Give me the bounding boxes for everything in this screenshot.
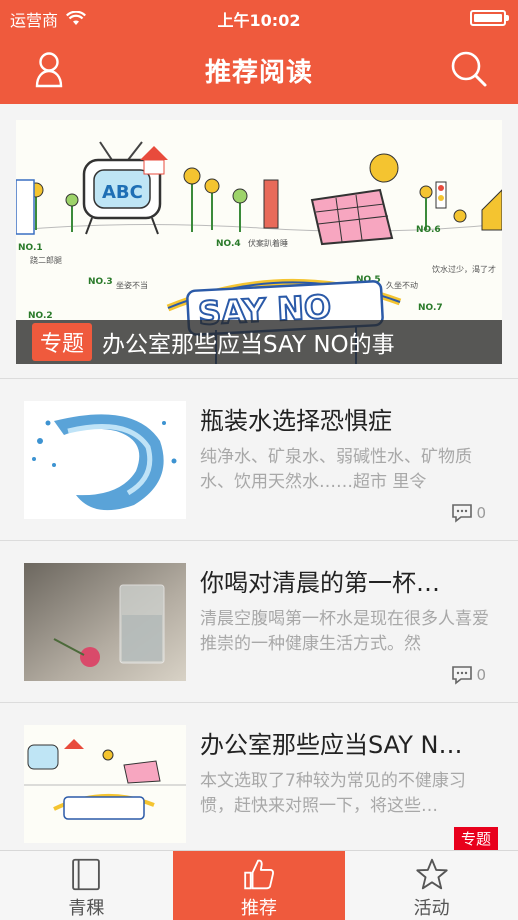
article-title: 办公室那些应当SAY N… <box>200 731 463 759</box>
article-description: 纯净水、矿泉水、弱碱性水、矿物质水、饮用天然水……超市 里令 <box>200 447 472 492</box>
status-time: 上午10:02 <box>217 11 301 30</box>
status-bar: 运营商 上午10:02 <box>0 0 518 34</box>
comment-count-value: 0 <box>476 666 486 684</box>
article-description: 清晨空腹喝第一杯水是现在很多人喜爱推崇的一种健康生活方式。然 <box>200 609 489 654</box>
svg-text:伏案趴着睡: 伏案趴着睡 <box>248 238 288 248</box>
svg-text:NO.7: NO.7 <box>418 303 443 313</box>
tab-label: 活动 <box>413 898 450 919</box>
book-icon <box>72 858 101 891</box>
article-item[interactable]: 瓶装水选择恐惧症 纯净水、矿泉水、弱碱性水、矿物质水、饮用天然水……超市 里令 … <box>0 379 518 541</box>
svg-text:跷二郎腿: 跷二郎腿 <box>30 255 62 265</box>
svg-text:NO.4: NO.4 <box>216 239 241 249</box>
article-item[interactable]: 你喝对清晨的第一杯… 清晨空腹喝第一杯水是现在很多人喜爱推崇的一种健康生活方式。… <box>0 541 518 703</box>
article-thumbnail <box>24 401 186 519</box>
article-title: 你喝对清晨的第一杯… <box>200 569 440 597</box>
article-thumbnail <box>24 725 186 843</box>
nav-bar: 推荐阅读 <box>0 34 518 104</box>
featured-banner[interactable]: ABC NO.1 NO.4 NO.3 NO.5 NO.6 NO.2 NO.7 跷… <box>16 120 502 364</box>
svg-text:坐姿不当: 坐姿不当 <box>116 280 148 290</box>
comment-count[interactable]: 0 <box>451 665 486 685</box>
article-title: 瓶装水选择恐惧症 <box>200 407 392 435</box>
page-title: 推荐阅读 <box>204 58 313 88</box>
tab-qingke[interactable]: 青稞 <box>0 851 173 920</box>
svg-text:ABC: ABC <box>102 182 143 203</box>
svg-text:NO.6: NO.6 <box>416 225 441 235</box>
tab-label: 青稞 <box>68 898 105 919</box>
article-thumbnail <box>24 563 186 681</box>
tab-recommend[interactable]: 推荐 <box>172 851 346 920</box>
article-item[interactable]: 办公室那些应当SAY N… 本文选取了7种较为常见的不健康习惯，赶快来对照一下，… <box>0 703 518 865</box>
svg-text:久坐不动: 久坐不动 <box>386 280 418 290</box>
special-tag: 专题 <box>453 827 498 850</box>
comment-count-value: 0 <box>476 504 486 522</box>
svg-text:饮水过少，渴了才: 饮水过少，渴了才 <box>432 264 496 274</box>
svg-text:NO.1: NO.1 <box>18 243 43 253</box>
comment-icon <box>452 504 473 523</box>
thumbs-up-icon <box>244 859 274 890</box>
search-icon <box>451 51 487 87</box>
svg-text:NO.3: NO.3 <box>88 277 113 287</box>
tab-label: 推荐 <box>241 898 277 919</box>
star-icon <box>416 858 448 890</box>
battery-icon <box>470 10 509 26</box>
banner-title: 办公室那些应当SAY NO的事 <box>102 332 395 358</box>
banner-tag: 专题 <box>32 323 93 361</box>
article-description: 本文选取了7种较为常见的不健康习惯，赶快来对照一下，将这些… <box>200 771 466 816</box>
top-bar: 运营商 上午10:02 推荐阅读 <box>0 0 518 104</box>
tab-activity[interactable]: 活动 <box>345 851 518 920</box>
banner-caption: 专题 办公室那些应当SAY NO的事 <box>16 320 502 364</box>
search-button[interactable] <box>447 48 491 92</box>
comment-icon <box>452 666 473 685</box>
tab-bar: 青稞 推荐 活动 <box>0 850 518 920</box>
comment-count[interactable]: 0 <box>451 503 486 523</box>
